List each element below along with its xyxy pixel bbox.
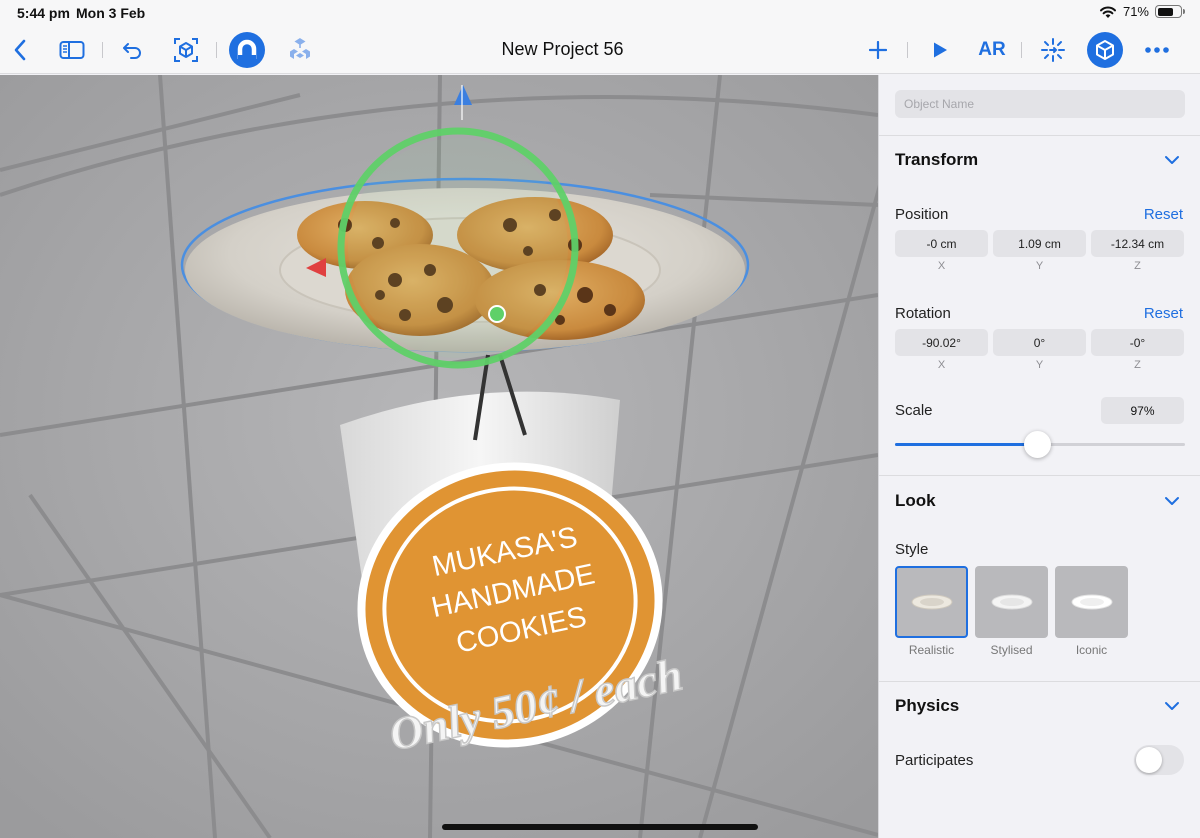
axis-label-x: X xyxy=(937,359,946,371)
physics-chevron-down-icon[interactable] xyxy=(1164,701,1180,711)
play-button[interactable] xyxy=(924,34,956,66)
object-name-input[interactable]: Object Name xyxy=(895,90,1185,118)
rotation-reset-button[interactable]: Reset xyxy=(1144,305,1183,322)
battery-icon xyxy=(1155,5,1185,18)
rotation-gizmo-fill xyxy=(348,138,568,358)
rotation-label: Rotation xyxy=(895,305,951,322)
rotation-y-field[interactable]: 0° xyxy=(993,329,1086,356)
style-label: Style xyxy=(895,541,929,558)
plate-stylised-icon xyxy=(991,594,1032,610)
scene-canvas[interactable]: MUKASA'S HANDMADE COOKIES Only 50¢ / eac… xyxy=(0,75,878,838)
inspector-panel: Object Name Transform Position Reset -0 … xyxy=(878,75,1200,838)
participates-label: Participates xyxy=(895,752,974,769)
divider xyxy=(879,475,1200,476)
axis-label-y: Y xyxy=(1035,359,1044,371)
position-y-field[interactable]: 1.09 cm xyxy=(993,230,1086,257)
rotation-x-field[interactable]: -90.02° xyxy=(895,329,988,356)
look-title: Look xyxy=(895,491,936,510)
z-axis-handle[interactable] xyxy=(488,305,506,323)
object-inspector-button[interactable] xyxy=(1087,32,1123,68)
style-label-stylised: Stylised xyxy=(990,643,1033,657)
transform-title: Transform xyxy=(895,150,979,169)
scene-viewport[interactable]: MUKASA'S HANDMADE COOKIES Only 50¢ / eac… xyxy=(0,75,878,838)
position-z-field[interactable]: -12.34 cm xyxy=(1091,230,1184,257)
toolbar-separator xyxy=(907,42,908,58)
style-option-realistic[interactable] xyxy=(895,566,968,638)
scale-slider[interactable] xyxy=(895,431,1185,458)
home-indicator xyxy=(442,824,758,830)
scale-slider-thumb[interactable] xyxy=(1023,431,1051,458)
plate-realistic-icon xyxy=(911,594,952,610)
toolbar: New Project 56 AR xyxy=(0,26,1200,74)
axis-label-z: Z xyxy=(1134,359,1141,371)
position-reset-button[interactable]: Reset xyxy=(1144,206,1183,223)
axis-label-z: Z xyxy=(1134,260,1141,272)
ar-label: AR xyxy=(978,39,1006,60)
position-label: Position xyxy=(895,206,949,223)
transform-chevron-down-icon[interactable] xyxy=(1164,155,1180,165)
toggle-knob xyxy=(1136,747,1162,773)
plate-iconic-icon xyxy=(1071,594,1112,610)
status-right: 71% xyxy=(1099,4,1185,19)
style-label-realistic: Realistic xyxy=(908,643,955,657)
more-button[interactable] xyxy=(1141,34,1173,66)
position-x-field[interactable]: -0 cm xyxy=(895,230,988,257)
plus-icon xyxy=(869,41,887,59)
battery-percent: 71% xyxy=(1122,4,1149,19)
style-label-iconic: Iconic xyxy=(1075,643,1108,657)
add-button[interactable] xyxy=(862,34,894,66)
move-icon xyxy=(1041,38,1065,62)
cube-icon xyxy=(1096,40,1114,60)
divider xyxy=(879,135,1200,136)
style-option-iconic[interactable] xyxy=(1055,566,1128,638)
ar-button[interactable]: AR xyxy=(974,34,1010,66)
status-date: Mon 3 Feb xyxy=(76,5,146,21)
look-chevron-down-icon[interactable] xyxy=(1164,496,1180,506)
more-icon xyxy=(1145,47,1169,53)
style-option-stylised[interactable] xyxy=(975,566,1048,638)
status-bar: 5:44 pm Mon 3 Feb 71% xyxy=(0,0,1200,26)
toolbar-separator xyxy=(1021,42,1022,58)
axis-label-x: X xyxy=(937,260,946,272)
physics-title: Physics xyxy=(895,696,960,715)
rotation-z-field[interactable]: -0° xyxy=(1091,329,1184,356)
play-icon xyxy=(934,42,947,58)
scale-value-field[interactable]: 97% xyxy=(1101,397,1184,424)
scale-slider-fill xyxy=(895,443,1038,446)
status-time: 5:44 pm xyxy=(17,5,70,21)
axis-label-y: Y xyxy=(1035,260,1044,272)
divider xyxy=(879,681,1200,682)
participates-toggle[interactable] xyxy=(1134,745,1184,775)
wifi-icon xyxy=(1099,6,1116,18)
battery-fill xyxy=(1157,7,1174,16)
move-tool-button[interactable] xyxy=(1037,34,1069,66)
project-title: New Project 56 xyxy=(501,39,624,59)
scale-label: Scale xyxy=(895,402,933,419)
